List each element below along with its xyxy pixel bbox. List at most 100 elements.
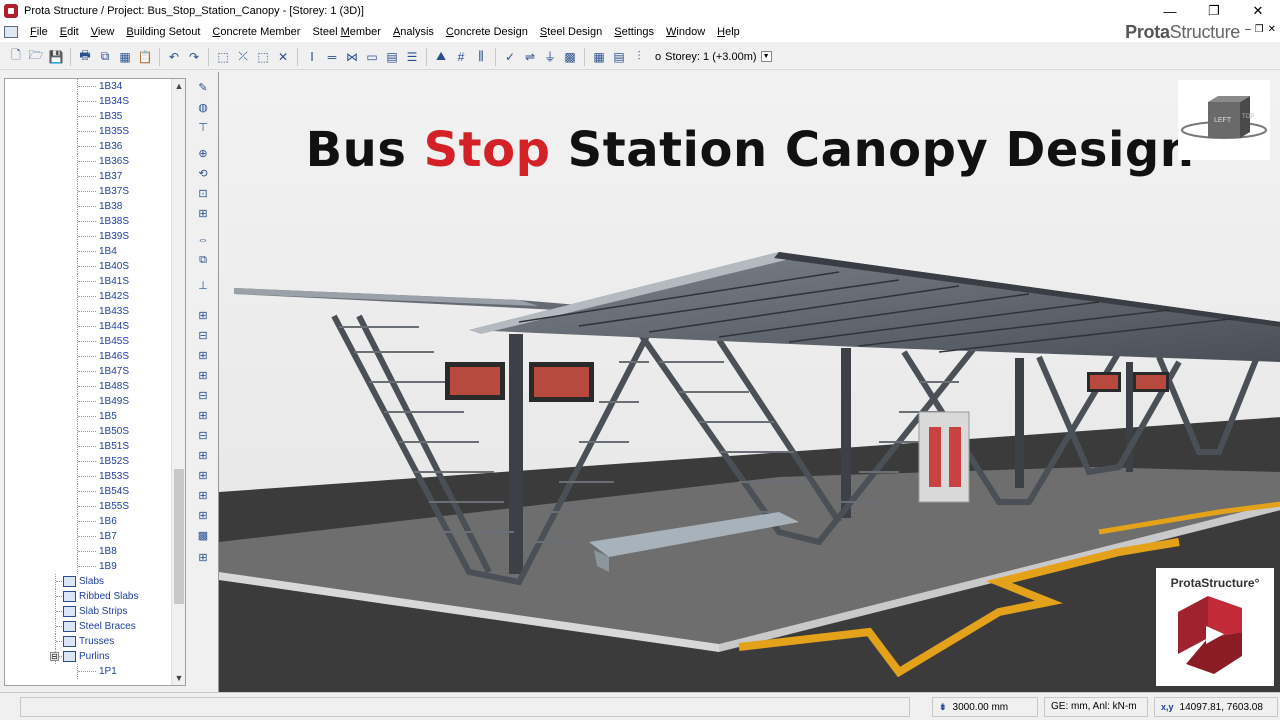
tree-category-slabs[interactable]: Slabs [5,574,173,589]
menu-help[interactable]: Help [711,22,746,42]
layers-icon[interactable]: ☰ [403,48,421,66]
mesh-icon[interactable]: ▩ [561,48,579,66]
pencil-icon[interactable]: ✎ [194,80,212,96]
tree-item-1b36[interactable]: 1B36 [5,139,173,154]
view-cube[interactable]: LEFT TOP [1178,80,1270,160]
storey-list-icon[interactable]: ⊟ [194,428,212,444]
tree-item-1b5[interactable]: 1B5 [5,409,173,424]
wall-icon[interactable]: ▤ [383,48,401,66]
menu-view[interactable]: View [85,22,121,42]
tree-item-1b42s[interactable]: 1B42S [5,289,173,304]
tree-item-1b41s[interactable]: 1B41S [5,274,173,289]
mdi-restore-button[interactable]: ❐ [1255,24,1264,35]
tree-scrollbar[interactable]: ▲ ▼ [171,79,185,685]
tree-item-1b49s[interactable]: 1B49S [5,394,173,409]
document-window-icon[interactable] [4,26,18,38]
scroll-down-icon[interactable]: ▼ [172,671,185,685]
storey-props-icon[interactable]: ⊞ [194,408,212,424]
storey-delete-icon[interactable]: ⊟ [194,388,212,404]
zoom-icon[interactable]: ⊕ [194,146,212,162]
tree-item-1b51s[interactable]: 1B51S [5,439,173,454]
tree-item-1b6[interactable]: 1B6 [5,514,173,529]
select-cross-icon[interactable]: ⤫ [234,48,252,66]
3d-viewport[interactable]: Bus Stop Station Canopy Design LEFT TOP … [218,72,1280,692]
tree-item-1b54s[interactable]: 1B54S [5,484,173,499]
menu-concrete-design[interactable]: Concrete Design [440,22,534,42]
slab-icon[interactable]: ▭ [363,48,381,66]
grid-view-icon[interactable]: ▦ [590,48,608,66]
copy-icon[interactable]: ⧉ [96,48,114,66]
restore-button[interactable]: ❐ [1192,0,1236,22]
axis-icon[interactable]: ⊤ [194,120,212,136]
tree-item-1b8[interactable]: 1B8 [5,544,173,559]
mdi-minimize-button[interactable]: – [1245,24,1251,35]
pan-icon[interactable]: ⇔ [194,232,212,248]
tree-item-1b43s[interactable]: 1B43S [5,304,173,319]
menu-file[interactable]: File [24,22,54,42]
sphere-icon[interactable]: ◍ [194,100,212,116]
storey-view-icon[interactable]: ⊞ [194,550,212,566]
select-icon[interactable]: ⬚ [214,48,232,66]
tree-item-1p1[interactable]: 1P1 [5,664,173,679]
menu-window[interactable]: Window [660,22,711,42]
tree-item-1b37s[interactable]: 1B37S [5,184,173,199]
menu-building-setout[interactable]: Building Setout [120,22,206,42]
menu-steel-member[interactable]: Steel Member [306,22,387,42]
tree-item-1b40s[interactable]: 1B40S [5,259,173,274]
tree-item-1b34[interactable]: 1B34 [5,79,173,94]
clipboard-icon[interactable]: 📋 [136,48,154,66]
select-window-icon[interactable]: ⬚ [254,48,272,66]
beam-icon[interactable]: ═ [323,48,341,66]
storey-above-icon[interactable]: ⊞ [194,308,212,324]
check-icon[interactable]: ✓ [501,48,519,66]
tree-item-1b55s[interactable]: 1B55S [5,499,173,514]
tree-item-1b47s[interactable]: 1B47S [5,364,173,379]
tree-item-1b39s[interactable]: 1B39S [5,229,173,244]
tree-item-1b36s[interactable]: 1B36S [5,154,173,169]
menu-settings[interactable]: Settings [608,22,660,42]
brace-icon[interactable]: ⋈ [343,48,361,66]
storey-edit-icon[interactable]: ⊞ [194,448,212,464]
reinforcement-icon[interactable]: ⇌ [521,48,539,66]
menu-analysis[interactable]: Analysis [387,22,440,42]
storey-color-icon[interactable]: ▩ [194,528,212,544]
collapse-icon[interactable]: ⊟ [50,652,59,661]
section-icon[interactable]: ⊥ [194,278,212,294]
storey-selector[interactable]: o Storey: 1 (+3.00m) ▼ [655,51,772,63]
menu-concrete-member[interactable]: Concrete Member [206,22,306,42]
table-icon[interactable]: ▦ [116,48,134,66]
mdi-close-button[interactable]: ✕ [1268,24,1276,35]
scroll-up-icon[interactable]: ▲ [172,79,185,93]
menu-edit[interactable]: Edit [54,22,85,42]
storey-link-icon[interactable]: ⊞ [194,468,212,484]
tree-item-1b9[interactable]: 1B9 [5,559,173,574]
tree-category-trusses[interactable]: Trusses [5,634,173,649]
tree-item-1b37[interactable]: 1B37 [5,169,173,184]
zoom-extents-icon[interactable]: ⊞ [194,206,212,222]
column-icon[interactable]: Ⅰ [303,48,321,66]
tree-category-slab-strips[interactable]: Slab Strips [5,604,173,619]
tree-item-1b38[interactable]: 1B38 [5,199,173,214]
tree-item-1b7[interactable]: 1B7 [5,529,173,544]
report-icon[interactable]: ▤ [610,48,628,66]
tree-item-1b45s[interactable]: 1B45S [5,334,173,349]
open-folder-icon[interactable]: 🗁 [27,48,45,66]
new-file-icon[interactable]: 🗋 [7,48,25,66]
tree-item-1b35[interactable]: 1B35 [5,109,173,124]
tree-item-1b48s[interactable]: 1B48S [5,379,173,394]
tree-item-1b50s[interactable]: 1B50S [5,424,173,439]
tree-category-ribbed-slabs[interactable]: Ribbed Slabs [5,589,173,604]
tree-item-1b46s[interactable]: 1B46S [5,349,173,364]
scroll-thumb[interactable] [174,469,184,604]
tree-item-1b34s[interactable]: 1B34S [5,94,173,109]
undo-icon[interactable]: ↶ [165,48,183,66]
storey-menu-icon[interactable]: ⫶ [630,48,648,66]
load-icon[interactable]: ⛰ [432,48,450,66]
storey-insert-icon[interactable]: ⊞ [194,368,212,384]
storey-below-icon[interactable]: ⊟ [194,328,212,344]
save-icon[interactable]: 💾 [47,48,65,66]
storey-copy-icon[interactable]: ⊞ [194,348,212,364]
close-button[interactable]: ✕ [1236,0,1280,22]
print-icon[interactable]: 🖶 [76,48,94,66]
copy-view-icon[interactable]: ⧉ [194,252,212,268]
